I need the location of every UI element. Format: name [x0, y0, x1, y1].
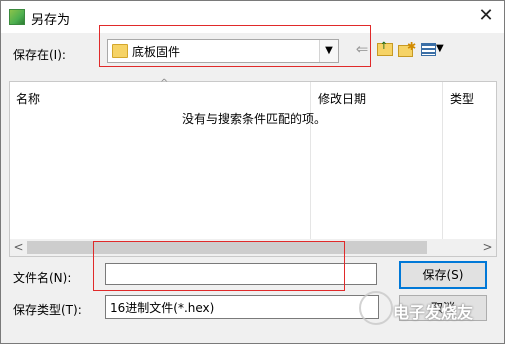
- up-arrow-icon: ↑: [379, 41, 389, 52]
- save-in-dropdown[interactable]: 底板固件 ▼: [107, 39, 339, 63]
- dropdown-arrow-icon: ▼: [436, 43, 444, 54]
- new-folder-button[interactable]: ✱: [397, 39, 417, 59]
- filetype-select[interactable]: 16进制文件(*.hex): [105, 295, 379, 319]
- view-grid-icon: [421, 43, 436, 56]
- title-bar: 另存为 ✕: [1, 1, 504, 33]
- scroll-left-icon[interactable]: <: [10, 239, 27, 256]
- sort-ascending-icon: ^: [160, 78, 169, 89]
- scroll-thumb[interactable]: [27, 241, 427, 254]
- column-header-type[interactable]: 类型: [450, 90, 474, 107]
- filename-input[interactable]: [105, 263, 377, 285]
- filetype-label: 保存类型(T):: [13, 303, 82, 317]
- back-button[interactable]: ⇐: [353, 39, 371, 59]
- folder-icon: [112, 44, 128, 58]
- chevron-down-icon[interactable]: ▼: [319, 40, 338, 62]
- close-button[interactable]: ✕: [474, 5, 498, 27]
- window-title: 另存为: [31, 13, 71, 28]
- column-header-name[interactable]: 名称: [16, 90, 40, 107]
- save-in-label: 保存在(I):: [13, 48, 66, 62]
- filetype-value: 16进制文件(*.hex): [110, 301, 215, 315]
- save-as-dialog: 另存为 ✕ 保存在(I): 底板固件 ▼ ⇐ ↑ ✱ ▼ 名称 ^ 修改日期 类…: [0, 0, 505, 344]
- file-list[interactable]: 名称 ^ 修改日期 类型 没有与搜索条件匹配的项。 < >: [9, 78, 497, 257]
- current-folder-name: 底板固件: [132, 45, 181, 59]
- filename-label: 文件名(N):: [13, 271, 72, 285]
- horizontal-scrollbar[interactable]: < >: [10, 239, 496, 256]
- column-divider: [442, 82, 443, 242]
- scroll-right-icon[interactable]: >: [479, 239, 496, 256]
- column-header-modified[interactable]: 修改日期: [318, 90, 366, 107]
- watermark-text: 电子发烧友: [393, 303, 474, 322]
- sparkle-icon: ✱: [407, 40, 417, 53]
- empty-message: 没有与搜索条件匹配的项。: [182, 112, 327, 126]
- app-icon: [9, 9, 25, 25]
- up-folder-button[interactable]: ↑: [375, 39, 393, 59]
- save-button[interactable]: 保存(S): [399, 261, 487, 289]
- view-menu-button[interactable]: ▼: [419, 39, 447, 59]
- watermark-logo-icon: [359, 291, 393, 325]
- column-divider: [310, 82, 311, 242]
